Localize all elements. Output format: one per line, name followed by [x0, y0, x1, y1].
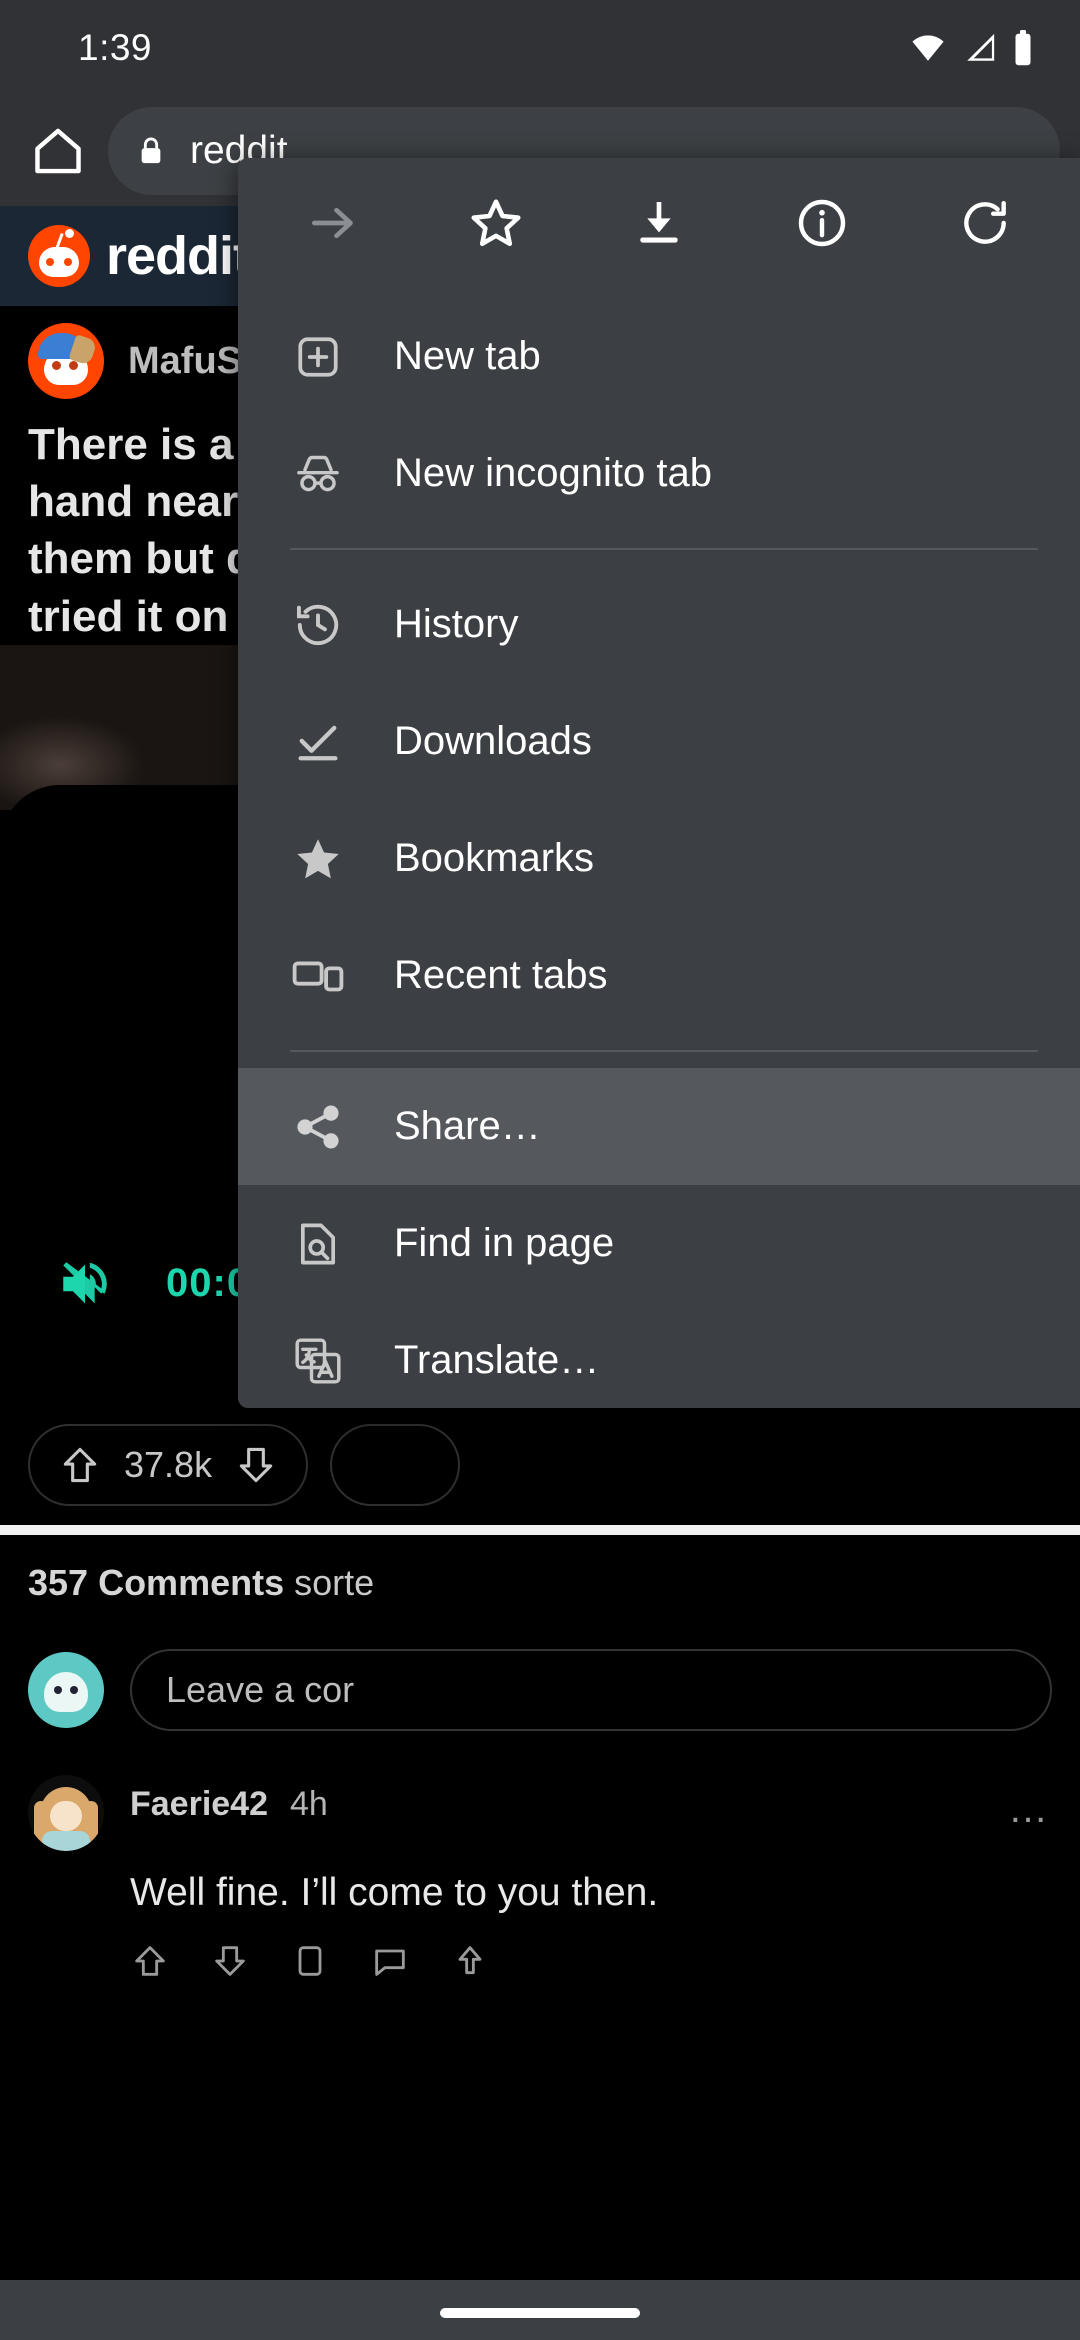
menu-item-share[interactable]: Share…	[238, 1068, 1080, 1185]
upvote-arrow-icon[interactable]	[58, 1443, 102, 1487]
comment-author-avatar	[28, 1774, 104, 1851]
incognito-icon	[290, 446, 346, 502]
bookmarks-star-icon	[290, 831, 346, 887]
comment-meta: Faerie42 4h	[130, 1775, 1008, 1824]
menu-item-history[interactable]: History	[238, 566, 1080, 683]
browser-overflow-menu: New tab New incognito tab History Downlo…	[238, 158, 1080, 1408]
menu-item-label: Share…	[394, 1104, 541, 1148]
vote-pill[interactable]: 37.8k	[28, 1423, 309, 1506]
comment-author-name[interactable]: Faerie42	[130, 1785, 268, 1824]
comment-composer-row: Leave a cor	[0, 1630, 1080, 1749]
section-divider	[0, 1524, 1080, 1535]
home-icon[interactable]	[30, 123, 86, 179]
status-system-icons	[908, 30, 1034, 66]
menu-item-label: Find in page	[394, 1221, 615, 1265]
find-in-page-icon	[290, 1216, 346, 1272]
android-navigation-bar	[0, 2280, 1080, 2340]
comment-share-icon[interactable]	[450, 1941, 490, 1981]
recent-tabs-icon	[290, 948, 346, 1004]
comment-item: Faerie42 4h … Well fine. I’ll come to yo…	[0, 1748, 1080, 1981]
menu-item-bookmarks[interactable]: Bookmarks	[238, 800, 1080, 917]
menu-item-label: Translate…	[394, 1338, 600, 1382]
home-gesture-handle[interactable]	[440, 2308, 640, 2318]
menu-item-label: New incognito tab	[394, 451, 712, 495]
downloads-check-icon	[290, 714, 346, 770]
post-score: 37.8k	[124, 1443, 213, 1485]
reddit-logo-icon	[28, 225, 90, 287]
menu-item-new-incognito-tab[interactable]: New incognito tab	[238, 415, 1080, 532]
menu-item-find-in-page[interactable]: Find in page	[238, 1185, 1080, 1302]
menu-quick-actions	[238, 158, 1080, 288]
mute-icon[interactable]	[56, 1255, 114, 1313]
lock-icon	[134, 131, 168, 171]
overflow-menu-icon[interactable]: …	[1008, 1775, 1052, 1829]
status-clock: 1:39	[78, 27, 153, 68]
status-bar: 1:39	[0, 0, 1080, 96]
wifi-icon	[908, 31, 948, 65]
menu-item-label: Bookmarks	[394, 836, 595, 880]
translate-icon	[290, 1333, 346, 1389]
downvote-arrow-icon[interactable]	[234, 1443, 278, 1487]
menu-item-label: New tab	[394, 334, 541, 378]
battery-icon	[1012, 30, 1034, 66]
comments-sort-label[interactable]: sorte	[294, 1562, 374, 1604]
refresh-icon[interactable]	[939, 177, 1031, 269]
download-icon[interactable]	[613, 177, 705, 269]
comments-header: 357 Comments sorte	[0, 1534, 1080, 1631]
forward-icon[interactable]	[287, 177, 379, 269]
menu-divider	[290, 548, 1038, 550]
new-tab-icon	[290, 329, 346, 385]
current-user-avatar	[28, 1651, 104, 1728]
menu-item-label: History	[394, 602, 519, 646]
comment-upvote-icon[interactable]	[130, 1941, 170, 1981]
menu-item-downloads[interactable]: Downloads	[238, 683, 1080, 800]
menu-items-list: New tab New incognito tab History Downlo…	[238, 288, 1080, 1408]
post-vote-row: 37.8k	[0, 1404, 1080, 1525]
menu-item-label: Downloads	[394, 719, 592, 763]
history-icon	[290, 597, 346, 653]
post-author-avatar	[28, 323, 104, 399]
comment-award-icon[interactable]	[290, 1941, 330, 1981]
comment-downvote-icon[interactable]	[210, 1941, 250, 1981]
bookmark-star-icon[interactable]	[450, 177, 542, 269]
comment-reply-icon[interactable]	[370, 1941, 410, 1981]
share-icon	[290, 1099, 346, 1155]
menu-divider	[290, 1050, 1038, 1052]
menu-item-label: Recent tabs	[394, 953, 608, 997]
reddit-wordmark: reddit	[106, 226, 251, 286]
comment-actions	[130, 1941, 1052, 1981]
cellular-signal-icon	[962, 31, 998, 65]
comment-pill[interactable]	[330, 1423, 461, 1506]
comment-body: Well fine. I’ll come to you then.	[130, 1870, 659, 1914]
menu-item-new-tab[interactable]: New tab	[238, 298, 1080, 415]
comments-count: 357 Comments	[28, 1561, 285, 1603]
menu-item-translate[interactable]: Translate…	[238, 1302, 1080, 1408]
comment-timestamp: 4h	[290, 1784, 328, 1823]
comment-header: Faerie42 4h …	[28, 1774, 1052, 1851]
page-info-icon[interactable]	[776, 177, 868, 269]
menu-item-recent-tabs[interactable]: Recent tabs	[238, 917, 1080, 1034]
leave-comment-input[interactable]: Leave a cor	[130, 1648, 1052, 1731]
